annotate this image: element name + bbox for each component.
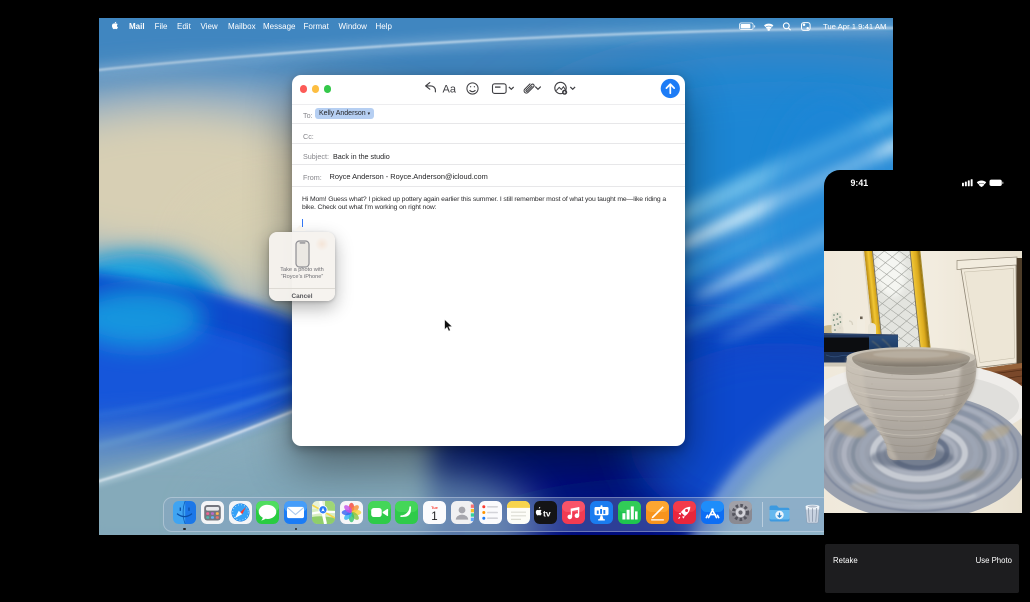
svg-text:tv: tv <box>543 508 551 518</box>
svg-text:Tue: Tue <box>431 505 439 510</box>
svg-text:1: 1 <box>431 511 437 523</box>
svg-text:Aa: Aa <box>443 83 457 95</box>
